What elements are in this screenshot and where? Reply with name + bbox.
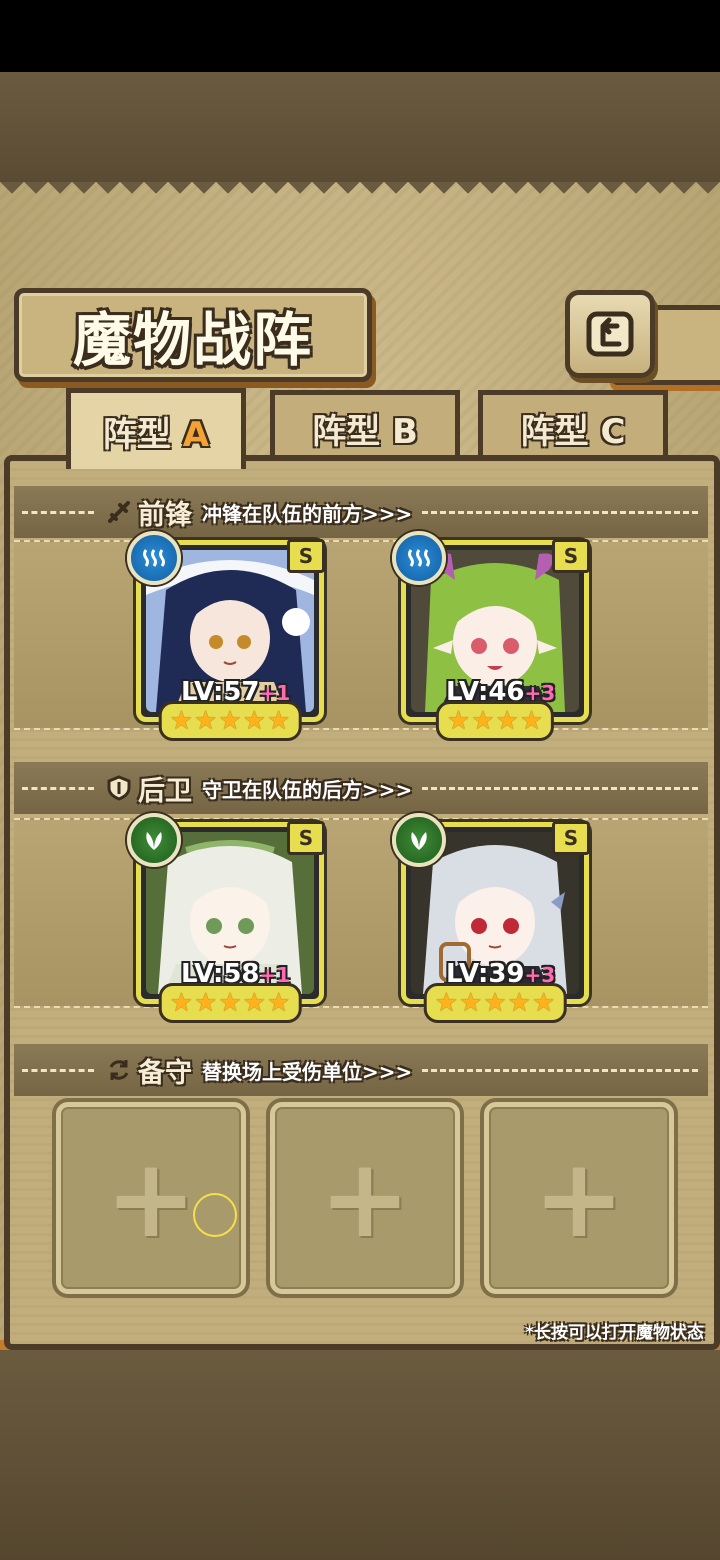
star-icon: ★: [169, 706, 194, 736]
star-icon: ★: [194, 706, 218, 736]
page-title: 魔物战阵: [14, 288, 372, 382]
front-section-header: 前锋 冲锋在队伍的前方>>>: [14, 486, 708, 538]
touch-cursor-icon: [193, 1193, 237, 1237]
unit-card-back-1[interactable]: S LV:58+1 ★ ★ ★ ★ ★: [127, 813, 325, 1023]
back-subtitle: 守卫在队伍的后方>>>: [202, 777, 413, 802]
back-title: 后卫: [138, 775, 192, 807]
water-attribute-icon: [127, 531, 181, 585]
star-icon: ★: [446, 706, 471, 736]
header-band: [0, 72, 720, 188]
star-icon: ★: [266, 706, 291, 736]
star-icon: ★: [434, 988, 459, 1018]
leaf-attribute-icon: [392, 813, 446, 867]
tab-formation-a[interactable]: 阵型 A: [66, 388, 246, 469]
leaf-attribute-icon: [127, 813, 181, 867]
reserve-slot-2[interactable]: +: [270, 1102, 460, 1294]
long-press-hint: *长按可以打开魔物状态: [525, 1323, 704, 1343]
star-rating: ★ ★ ★ ★ ★: [158, 701, 302, 741]
reserve-slot-3[interactable]: +: [484, 1102, 674, 1294]
tab-formation-b[interactable]: 阵型 B: [270, 390, 460, 461]
back-icon: [586, 311, 634, 357]
add-icon: +: [532, 1134, 626, 1262]
star-icon: ★: [242, 706, 266, 736]
add-icon: +: [104, 1134, 198, 1262]
star-icon: ★: [194, 988, 218, 1018]
star-icon: ★: [459, 988, 483, 1018]
star-icon: ★: [242, 988, 266, 1018]
unit-card-front-1[interactable]: S LV:57+1 ★ ★ ★ ★ ★: [127, 531, 325, 741]
footer-band: [0, 1345, 720, 1560]
star-icon: ★: [519, 706, 544, 736]
panel-torn-edge: [0, 182, 720, 206]
star-icon: ★: [531, 988, 556, 1018]
add-icon: +: [318, 1134, 412, 1262]
rank-badge: S: [552, 821, 590, 855]
star-rating: ★ ★ ★ ★ ★: [158, 983, 302, 1023]
star-icon: ★: [218, 988, 242, 1018]
back-slot-strip: [14, 818, 708, 1008]
star-icon: ★: [507, 988, 531, 1018]
back-button[interactable]: [565, 290, 655, 378]
rank-badge: S: [552, 539, 590, 573]
star-rating: ★ ★ ★ ★: [435, 701, 555, 741]
reserve-section-header: 备守 替换场上受伤单位>>>: [14, 1044, 708, 1096]
tab-a-label: 阵型 A: [102, 414, 210, 455]
reserve-title: 备守: [138, 1057, 192, 1089]
tab-formation-c[interactable]: 阵型 C: [478, 390, 668, 461]
reserve-subtitle: 替换场上受伤单位>>>: [202, 1059, 413, 1084]
star-icon: ★: [266, 988, 291, 1018]
star-icon: ★: [218, 706, 242, 736]
star-icon: ★: [471, 706, 495, 736]
star-icon: ★: [169, 988, 194, 1018]
status-bar: [0, 0, 720, 72]
unit-card-front-2[interactable]: S LV:46+3 ★ ★ ★ ★: [392, 531, 590, 741]
star-rating: ★ ★ ★ ★ ★: [423, 983, 567, 1023]
front-title: 前锋: [138, 499, 192, 531]
rank-badge: S: [287, 539, 325, 573]
unit-card-back-2[interactable]: S LV:39+3 ★ ★ ★ ★ ★: [392, 813, 590, 1023]
back-section-header: 后卫 守卫在队伍的后方>>>: [14, 762, 708, 814]
front-slot-strip: [14, 540, 708, 730]
front-subtitle: 冲锋在队伍的前方>>>: [202, 501, 413, 526]
star-icon: ★: [495, 706, 519, 736]
water-attribute-icon: [392, 531, 446, 585]
shield-icon: [106, 775, 132, 801]
rank-badge: S: [287, 821, 325, 855]
sword-icon: [106, 499, 132, 525]
page-title-text: 魔物战阵: [72, 306, 313, 374]
star-icon: ★: [483, 988, 507, 1018]
swap-icon: [106, 1057, 132, 1083]
tab-c-label: 阵型 C: [520, 411, 626, 452]
tab-b-label: 阵型 B: [312, 411, 418, 452]
